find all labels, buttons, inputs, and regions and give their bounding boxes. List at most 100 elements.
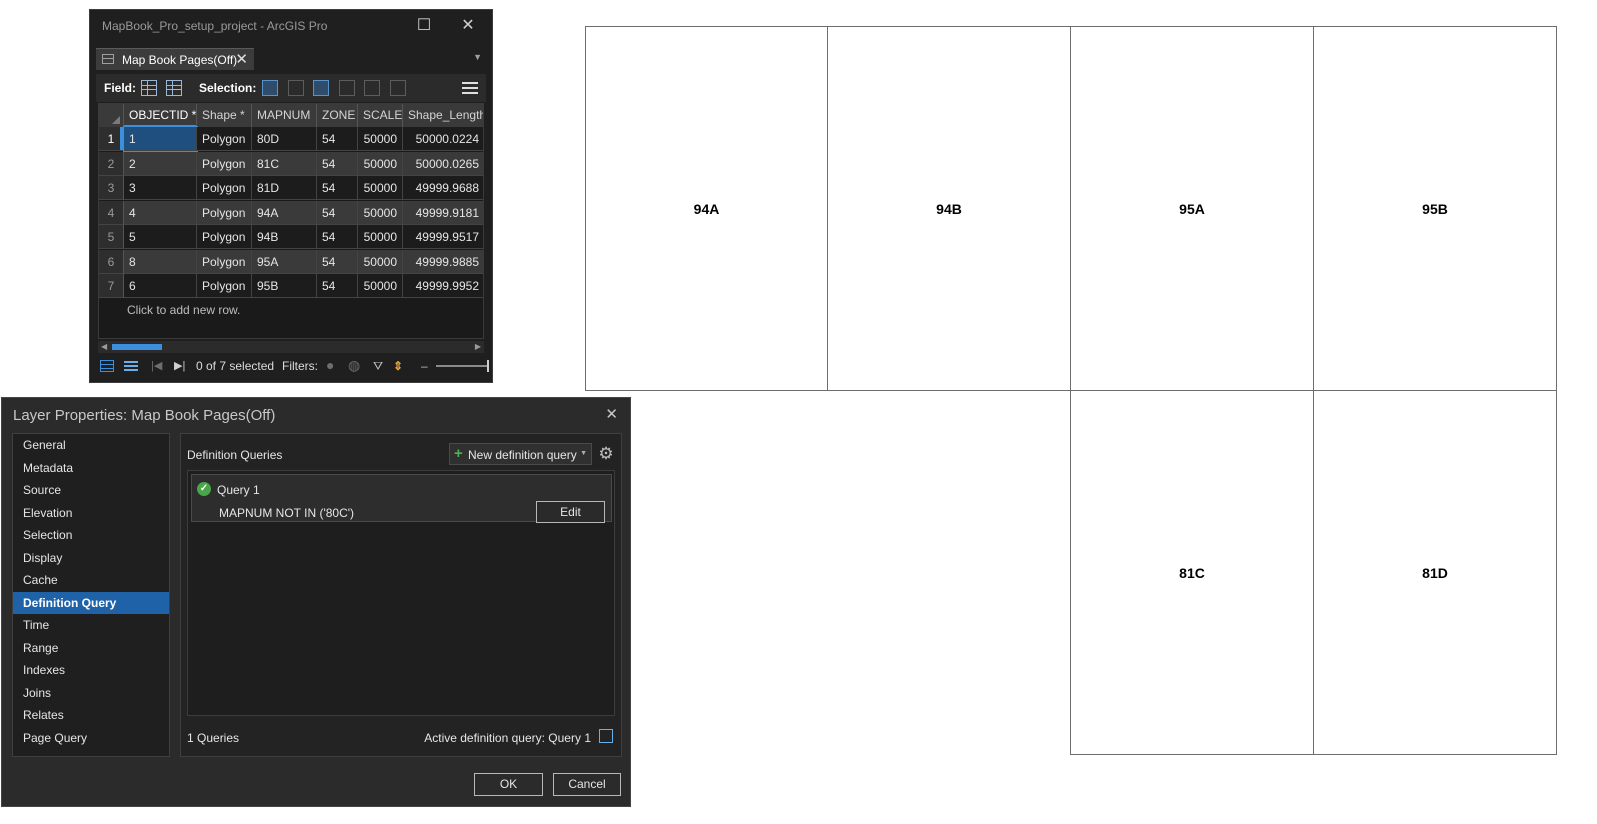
scroll-right-icon[interactable]: ▶: [475, 341, 481, 353]
nav-item-selection[interactable]: Selection: [13, 524, 169, 546]
column-header-mapnum[interactable]: MAPNUM: [252, 104, 317, 127]
add-field-icon[interactable]: [141, 80, 157, 96]
copy-selection-icon[interactable]: [390, 80, 406, 96]
table-cell-shape[interactable]: Polygon: [197, 127, 252, 151]
nav-item-page-query[interactable]: Page Query: [13, 727, 169, 749]
table-cell-length[interactable]: 49999.9688: [403, 176, 483, 200]
maximize-icon[interactable]: ☐: [414, 16, 434, 36]
horizontal-scrollbar[interactable]: ◀ ▶: [98, 341, 484, 353]
fields-view-icon[interactable]: [166, 80, 182, 96]
tab-dropdown-icon[interactable]: ▼: [473, 52, 482, 62]
table-cell-zone[interactable]: 54: [317, 225, 358, 249]
table-cell-length[interactable]: 49999.9181: [403, 200, 483, 225]
map-page-cell[interactable]: 94A: [585, 26, 828, 391]
nav-item-range[interactable]: Range: [13, 637, 169, 659]
map-page-cell[interactable]: 81C: [1070, 390, 1314, 755]
table-cell-objectid[interactable]: 2: [124, 151, 197, 176]
table-cell-length[interactable]: 49999.9517: [403, 225, 483, 249]
map-page-cell[interactable]: 81D: [1313, 390, 1557, 755]
show-selected-records-icon[interactable]: [124, 360, 138, 372]
table-cell-shape[interactable]: Polygon: [197, 249, 252, 274]
table-cell-mapnum[interactable]: 81D: [252, 176, 317, 200]
table-cell-length[interactable]: 49999.9952: [403, 274, 483, 298]
table-cell-mapnum[interactable]: 95A: [252, 249, 317, 274]
table-cell-shape[interactable]: Polygon: [197, 176, 252, 200]
table-cell-objectid[interactable]: 3: [124, 176, 197, 200]
nav-item-display[interactable]: Display: [13, 547, 169, 569]
zoom-to-selection-icon[interactable]: [288, 80, 304, 96]
table-cell-scale[interactable]: 50000: [358, 225, 403, 249]
table-cell-scale[interactable]: 50000: [358, 249, 403, 274]
table-cell-scale[interactable]: 50000: [358, 127, 403, 151]
table-cell-mapnum[interactable]: 94A: [252, 200, 317, 225]
table-cell-mapnum[interactable]: 80D: [252, 127, 317, 151]
table-cell-zone[interactable]: 54: [317, 200, 358, 225]
clear-selection-icon[interactable]: [339, 80, 355, 96]
query-card[interactable]: ✓ Query 1 MAPNUM NOT IN ('80C') Edit: [191, 474, 612, 523]
new-definition-query-button[interactable]: + New definition query ▼: [449, 443, 592, 465]
add-new-row[interactable]: Click to add new row.: [124, 298, 240, 322]
table-cell-scale[interactable]: 50000: [358, 274, 403, 298]
map-page-cell[interactable]: 95A: [1070, 26, 1314, 391]
table-cell-shape[interactable]: Polygon: [197, 225, 252, 249]
time-filter-icon[interactable]: ◍: [348, 357, 360, 374]
nav-item-elevation[interactable]: Elevation: [13, 502, 169, 524]
row-header[interactable]: 4: [99, 200, 124, 225]
table-cell-mapnum[interactable]: 94B: [252, 225, 317, 249]
table-cell-scale[interactable]: 50000: [358, 200, 403, 225]
table-cell-zone[interactable]: 54: [317, 151, 358, 176]
zoom-out-icon[interactable]: –: [421, 359, 428, 373]
extent-filter-icon[interactable]: ●: [326, 357, 334, 373]
select-by-attributes-icon[interactable]: [262, 80, 278, 96]
table-cell-zone[interactable]: 54: [317, 274, 358, 298]
switch-selection-icon[interactable]: [313, 80, 329, 96]
scrollbar-thumb[interactable]: [112, 344, 162, 350]
select-all-corner[interactable]: [99, 104, 124, 127]
filter-icon[interactable]: ⛛: [373, 359, 383, 374]
show-all-records-icon[interactable]: [100, 360, 114, 372]
nav-item-general[interactable]: General: [13, 434, 169, 456]
table-cell-zone[interactable]: 54: [317, 249, 358, 274]
nav-item-indexes[interactable]: Indexes: [13, 659, 169, 681]
scroll-left-icon[interactable]: ◀: [101, 341, 107, 353]
row-header[interactable]: 6: [99, 249, 124, 274]
map-page-cell[interactable]: 94B: [827, 26, 1071, 391]
nav-item-time[interactable]: Time: [13, 614, 169, 636]
nav-item-joins[interactable]: Joins: [13, 682, 169, 704]
sort-icon[interactable]: ⇕: [393, 359, 403, 373]
column-header-shape-length[interactable]: Shape_Length: [403, 104, 483, 127]
table-cell-mapnum[interactable]: 95B: [252, 274, 317, 298]
table-cell-shape[interactable]: Polygon: [197, 151, 252, 176]
table-cell-zone[interactable]: 54: [317, 176, 358, 200]
nav-item-source[interactable]: Source: [13, 479, 169, 501]
table-cell-scale[interactable]: 50000: [358, 176, 403, 200]
table-cell-objectid[interactable]: 4: [124, 200, 197, 225]
nav-item-relates[interactable]: Relates: [13, 704, 169, 726]
table-cell-scale[interactable]: 50000: [358, 151, 403, 176]
table-cell-mapnum[interactable]: 81C: [252, 151, 317, 176]
table-cell-shape[interactable]: Polygon: [197, 274, 252, 298]
zoom-slider[interactable]: [436, 360, 489, 372]
table-cell-shape[interactable]: Polygon: [197, 200, 252, 225]
column-header-objectid[interactable]: OBJECTID *: [124, 104, 197, 127]
row-header[interactable]: 3: [99, 176, 124, 200]
map-page-cell[interactable]: 95B: [1313, 26, 1557, 391]
table-cell-objectid[interactable]: 6: [124, 274, 197, 298]
cancel-button[interactable]: Cancel: [553, 773, 621, 796]
first-record-icon[interactable]: |◀: [151, 359, 162, 372]
delete-selection-icon[interactable]: [364, 80, 380, 96]
menu-icon[interactable]: [462, 80, 478, 96]
column-header-zone[interactable]: ZONE: [317, 104, 358, 127]
nav-item-definition-query[interactable]: Definition Query: [13, 591, 169, 614]
row-header[interactable]: 7: [99, 274, 124, 298]
table-cell-objectid[interactable]: 5: [124, 225, 197, 249]
next-record-icon[interactable]: ▶|: [174, 359, 185, 372]
column-header-scale[interactable]: SCALE: [358, 104, 403, 127]
row-header[interactable]: 1: [99, 127, 124, 151]
close-icon[interactable]: ✕: [458, 16, 478, 36]
table-cell-length[interactable]: 49999.9885: [403, 249, 483, 274]
table-cell-length[interactable]: 50000.0224: [403, 127, 483, 151]
ok-button[interactable]: OK: [474, 773, 543, 796]
table-cell-objectid[interactable]: 1: [123, 126, 198, 152]
row-header[interactable]: 2: [99, 151, 124, 176]
